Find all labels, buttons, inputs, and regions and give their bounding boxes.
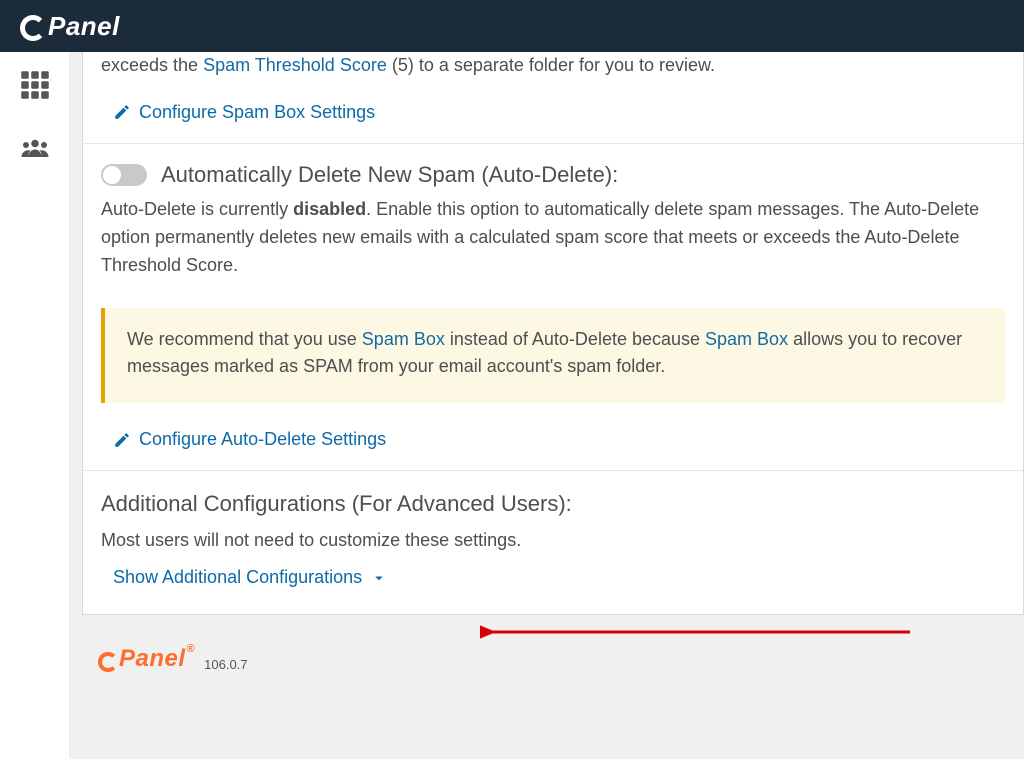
main-content: exceeds the Spam Threshold Score (5) to … bbox=[70, 52, 1024, 759]
footer-cpanel-logo[interactable]: Panel® bbox=[98, 645, 194, 673]
configure-auto-delete-link[interactable]: Configure Auto-Delete Settings bbox=[101, 411, 1005, 450]
auto-delete-section: Automatically Delete New Spam (Auto-Dele… bbox=[83, 144, 1023, 471]
cpanel-logo-icon bbox=[20, 15, 46, 41]
pencil-icon bbox=[113, 103, 131, 121]
spam-box-link-1[interactable]: Spam Box bbox=[362, 329, 445, 349]
toggle-knob bbox=[103, 166, 121, 184]
auto-delete-toggle[interactable] bbox=[101, 164, 147, 186]
auto-delete-heading: Automatically Delete New Spam (Auto-Dele… bbox=[161, 162, 618, 188]
top-bar: Panel bbox=[0, 0, 1024, 52]
auto-delete-description: Auto-Delete is currently disabled. Enabl… bbox=[101, 196, 1005, 280]
additional-config-subtext: Most users will not need to customize th… bbox=[101, 527, 1005, 555]
spambox-section-partial: exceeds the Spam Threshold Score (5) to … bbox=[83, 52, 1023, 84]
additional-config-heading: Additional Configurations (For Advanced … bbox=[101, 491, 1005, 517]
spam-threshold-link[interactable]: Spam Threshold Score bbox=[203, 55, 387, 75]
footer-logo-icon bbox=[98, 652, 118, 672]
show-additional-config-link[interactable]: Show Additional Configurations bbox=[101, 555, 1005, 594]
sidebar-users-icon[interactable] bbox=[20, 133, 50, 168]
settings-panel: exceeds the Spam Threshold Score (5) to … bbox=[82, 52, 1024, 615]
chevron-down-icon bbox=[370, 569, 388, 587]
version-label: 106.0.7 bbox=[204, 657, 247, 672]
annotation-arrow bbox=[480, 612, 930, 662]
cpanel-logo[interactable]: Panel bbox=[20, 11, 120, 42]
pencil-icon bbox=[113, 431, 131, 449]
auto-delete-callout: We recommend that you use Spam Box inste… bbox=[101, 308, 1005, 404]
sidebar-apps-icon[interactable] bbox=[20, 70, 50, 105]
additional-config-section: Additional Configurations (For Advanced … bbox=[83, 471, 1023, 614]
sidebar bbox=[0, 52, 70, 759]
configure-spam-box-link[interactable]: Configure Spam Box Settings bbox=[101, 84, 1005, 123]
spam-box-link-2[interactable]: Spam Box bbox=[705, 329, 788, 349]
